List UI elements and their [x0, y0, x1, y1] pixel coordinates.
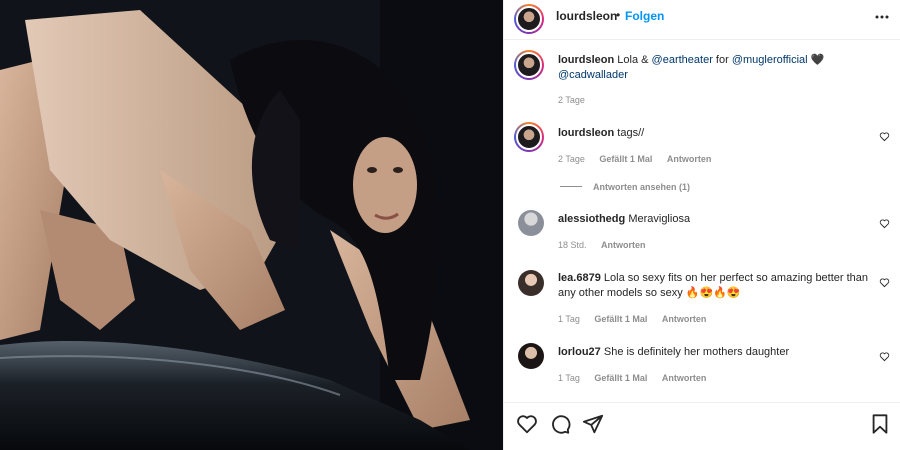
post-photo	[0, 0, 503, 450]
comment-icon[interactable]	[549, 413, 571, 435]
like-comment-icon[interactable]	[879, 218, 890, 229]
reply-button[interactable]: Antworten	[662, 314, 707, 324]
comment-text: alessiothedg Meravigliosa	[558, 212, 690, 227]
comment-likes[interactable]: Gefällt 1 Mal	[594, 314, 647, 324]
comment-avatar[interactable]	[518, 343, 544, 369]
comment-meta: 1 Tag Gefällt 1 Mal Antworten	[558, 314, 718, 324]
comment-username[interactable]: lourdsleon	[558, 127, 614, 139]
more-horizontal-icon[interactable]	[875, 10, 889, 24]
bookmark-icon[interactable]	[869, 413, 891, 435]
heart-emoji: 🖤	[810, 54, 825, 66]
instagram-post-modal: lourdsleon • Folgen lourdsleon Lola & @e…	[0, 0, 900, 450]
comment-time[interactable]: 1 Tag	[558, 373, 580, 383]
comment-time[interactable]: 18 Std.	[558, 240, 587, 250]
comment-meta: 18 Std. Antworten	[558, 240, 658, 250]
follow-button[interactable]: Folgen	[625, 9, 664, 23]
mention-link[interactable]: @muglerofficial	[732, 54, 808, 66]
like-comment-icon[interactable]	[879, 131, 890, 142]
comment-body: Meravigliosa	[628, 213, 691, 225]
comment-meta: 1 Tag Gefällt 1 Mal Antworten	[558, 373, 718, 383]
comment-likes[interactable]: Gefällt 1 Mal	[599, 154, 652, 164]
comment-username[interactable]: lorlou27	[558, 346, 601, 358]
comment-body: tags//	[617, 127, 645, 139]
comment-text: lorlou27 She is definitely her mothers d…	[558, 345, 789, 360]
comment-meta: 2 Tage Gefällt 1 Mal Antworten	[558, 154, 723, 164]
author-avatar[interactable]	[514, 4, 544, 34]
caption-avatar[interactable]	[514, 50, 544, 80]
comment-text: lourdsleon tags//	[558, 126, 644, 141]
author-username[interactable]: lourdsleon	[556, 9, 617, 23]
like-comment-icon[interactable]	[879, 277, 890, 288]
post-sidebar: lourdsleon • Folgen lourdsleon Lola & @e…	[503, 0, 900, 450]
post-action-bar	[504, 402, 900, 450]
reply-button[interactable]: Antworten	[667, 154, 712, 164]
reply-button[interactable]: Antworten	[601, 240, 646, 250]
view-replies-button[interactable]: Antworten ansehen (1)	[593, 182, 690, 192]
comment-likes[interactable]: Gefällt 1 Mal	[594, 373, 647, 383]
comment-text: lea.6879 Lola so sexy fits on her perfec…	[558, 271, 878, 301]
caption-part: Lola &	[617, 54, 652, 66]
reply-button[interactable]: Antworten	[662, 373, 707, 383]
comment-avatar[interactable]	[514, 122, 544, 152]
comment-time[interactable]: 1 Tag	[558, 314, 580, 324]
mention-link[interactable]: @cadwallader	[558, 69, 628, 81]
caption-meta: 2 Tage	[558, 95, 597, 105]
caption-part: for	[712, 54, 732, 66]
heart-icon[interactable]	[516, 413, 538, 435]
comment-body: She is definitely her mothers daughter	[603, 346, 790, 358]
caption-time[interactable]: 2 Tage	[558, 95, 585, 105]
caption-username[interactable]: lourdsleon	[558, 54, 614, 66]
comment-username[interactable]: lea.6879	[558, 272, 601, 284]
header-separator: •	[616, 8, 621, 22]
comment-avatar[interactable]	[518, 210, 544, 236]
comment-time[interactable]: 2 Tage	[558, 154, 585, 164]
post-header: lourdsleon • Folgen	[504, 0, 900, 40]
comment-avatar[interactable]	[518, 270, 544, 296]
caption-text: lourdsleon Lola & @eartheater for @mugle…	[558, 53, 858, 83]
mention-link[interactable]: @eartheater	[652, 54, 713, 66]
share-icon[interactable]	[582, 413, 604, 435]
post-media[interactable]	[0, 0, 503, 450]
comment-username[interactable]: alessiothedg	[558, 213, 625, 225]
like-comment-icon[interactable]	[879, 351, 890, 362]
replies-divider	[560, 186, 582, 187]
comment-body: Lola so sexy fits on her perfect so amaz…	[558, 272, 869, 299]
